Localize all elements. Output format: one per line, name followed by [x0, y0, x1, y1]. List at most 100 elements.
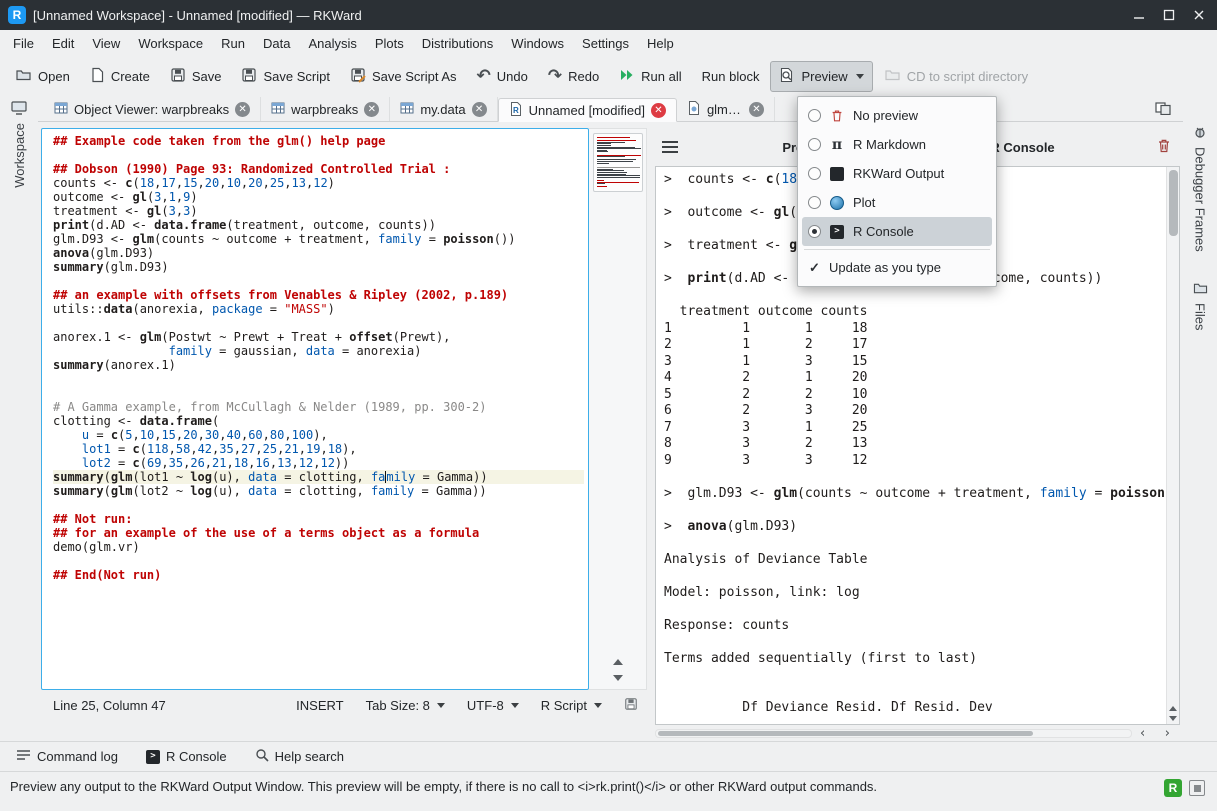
tab-label: Unnamed [modified]: [529, 103, 645, 118]
menu-workspace[interactable]: Workspace: [129, 32, 212, 55]
code-line: counts <- c(18,17,15,20,10,20,25,13,12): [53, 176, 584, 190]
code-line: utils::data(anorexia, package = "MASS"): [53, 302, 584, 316]
code-line: [664, 502, 1165, 519]
scroll-up-icon[interactable]: [613, 659, 623, 665]
scroll-up-icon[interactable]: [1169, 706, 1177, 711]
console-icon: >: [829, 225, 845, 239]
dropdown-arrow-icon: [856, 74, 864, 79]
save-script-button[interactable]: Save Script: [232, 61, 338, 92]
code-line: [664, 634, 1165, 651]
tab-size-select[interactable]: Tab Size: 8: [366, 698, 445, 713]
close-tab-icon[interactable]: ✕: [749, 102, 764, 117]
code-line: [664, 684, 1165, 701]
menu-plots[interactable]: Plots: [366, 32, 413, 55]
code-line: [53, 148, 584, 162]
redo-button[interactable]: ↷ Redo: [539, 62, 608, 91]
titlebar[interactable]: R [Unnamed Workspace] - Unnamed [modifie…: [0, 0, 1217, 30]
menu-help[interactable]: Help: [638, 32, 683, 55]
menu-run[interactable]: Run: [212, 32, 254, 55]
menu-item-update-as-you-type[interactable]: ✓ Update as you type: [802, 253, 992, 282]
console-scroll-arrows: [1167, 706, 1179, 721]
close-tab-icon[interactable]: ✕: [364, 102, 379, 117]
tab-my-data[interactable]: my.data ✕: [390, 97, 497, 121]
r-console-button[interactable]: > R Console: [140, 748, 233, 765]
run-all-button[interactable]: Run all: [610, 61, 690, 92]
chevron-down-icon: [511, 703, 519, 708]
help-search-button[interactable]: Help search: [249, 747, 350, 766]
maximize-button[interactable]: [1155, 3, 1183, 27]
tab-size-label: Tab Size: 8: [366, 698, 430, 713]
hscroll-track[interactable]: [655, 729, 1132, 738]
statusbar: Preview any output to the RKWard Output …: [0, 771, 1217, 811]
menu-analysis[interactable]: Analysis: [299, 32, 365, 55]
menu-settings[interactable]: Settings: [573, 32, 638, 55]
code-line: 9 3 3 12: [664, 453, 1165, 470]
output-status-icon[interactable]: [1189, 780, 1205, 796]
tab-glm-html[interactable]: glm.html ✕: [677, 97, 775, 121]
input-mode[interactable]: INSERT: [296, 698, 343, 713]
scroll-down-icon[interactable]: [1169, 716, 1177, 721]
menu-edit[interactable]: Edit: [43, 32, 83, 55]
menu-distributions[interactable]: Distributions: [413, 32, 503, 55]
menu-file[interactable]: File: [4, 32, 43, 55]
close-tab-modified-icon[interactable]: ✕: [651, 103, 666, 118]
menu-item-r-markdown[interactable]: π R Markdown: [802, 130, 992, 159]
undo-button[interactable]: ↶ Undo: [468, 62, 537, 91]
vertical-scrollbar[interactable]: [1166, 167, 1179, 724]
window-title: [Unnamed Workspace] - Unnamed [modified]…: [33, 8, 1125, 23]
tab-unnamed-modified[interactable]: R Unnamed [modified] ✕: [498, 98, 677, 122]
menu-item-no-preview[interactable]: No preview: [802, 101, 992, 130]
encoding-select[interactable]: UTF-8: [467, 698, 519, 713]
r-engine-status-icon[interactable]: R: [1164, 779, 1182, 797]
r-console-label: R Console: [166, 749, 227, 764]
files-label: Files: [1193, 303, 1208, 330]
code-line: # A Gamma example, from McCullagh & Neld…: [53, 400, 584, 414]
filetype-select[interactable]: R Script: [541, 698, 602, 713]
minimap-line: [597, 177, 640, 178]
save-label: Save: [192, 69, 222, 84]
hamburger-menu-icon[interactable]: [655, 141, 685, 153]
scrollbar-thumb[interactable]: [1169, 170, 1178, 236]
minimize-button[interactable]: [1125, 3, 1153, 27]
menu-item-plot[interactable]: Plot: [802, 188, 992, 217]
command-log-icon: [16, 749, 31, 765]
code-line: summary(anorex.1): [53, 358, 584, 372]
scroll-right-icon[interactable]: ›: [1165, 727, 1170, 740]
close-tab-icon[interactable]: ✕: [235, 102, 250, 117]
code-line: [664, 288, 1165, 305]
run-block-button[interactable]: Run block: [693, 63, 769, 90]
horizontal-scrollbar[interactable]: ‹ ›: [655, 725, 1180, 741]
command-log-button[interactable]: Command log: [10, 748, 124, 766]
preview-button[interactable]: Preview: [770, 61, 872, 92]
delete-preview-button[interactable]: [1152, 138, 1180, 157]
menu-data[interactable]: Data: [254, 32, 299, 55]
hscroll-thumb[interactable]: [658, 731, 1033, 736]
help-search-icon: [255, 748, 269, 765]
code-line: ## Not run:: [53, 512, 584, 526]
files-toolview-button[interactable]: Files: [1193, 282, 1208, 330]
cursor-position[interactable]: Line 25, Column 47: [53, 698, 166, 713]
tab-warpbreaks[interactable]: warpbreaks ✕: [261, 97, 390, 121]
bottom-toolbar: Command log > R Console Help search: [0, 741, 1217, 771]
editor-code[interactable]: ## Example code taken from the glm() hel…: [41, 128, 589, 690]
open-button[interactable]: Open: [6, 61, 79, 92]
close-tab-icon[interactable]: ✕: [472, 102, 487, 117]
menu-item-r-console[interactable]: > R Console: [802, 217, 992, 246]
session-save-icon[interactable]: [624, 697, 638, 714]
workspace-toolview-button[interactable]: Workspace: [11, 101, 27, 188]
minimap[interactable]: [593, 133, 643, 192]
tab-object-viewer-warpbreaks[interactable]: Object Viewer: warpbreaks ✕: [44, 97, 261, 121]
rkward-app-icon: R: [8, 6, 26, 24]
split-view-button[interactable]: [1149, 99, 1177, 120]
create-button[interactable]: Create: [81, 61, 159, 92]
scroll-down-icon[interactable]: [613, 675, 623, 681]
menu-item-rkward-output[interactable]: RKWard Output: [802, 159, 992, 188]
debugger-frames-toolview-button[interactable]: Debugger Frames: [1193, 125, 1208, 252]
save-script-as-button[interactable]: Save Script As: [341, 61, 466, 92]
scroll-left-icon[interactable]: ‹: [1140, 727, 1145, 740]
menu-view[interactable]: View: [83, 32, 129, 55]
close-button[interactable]: [1185, 3, 1213, 27]
code-line: 8 3 2 13: [664, 436, 1165, 453]
menu-windows[interactable]: Windows: [502, 32, 573, 55]
save-button[interactable]: Save: [161, 61, 231, 92]
